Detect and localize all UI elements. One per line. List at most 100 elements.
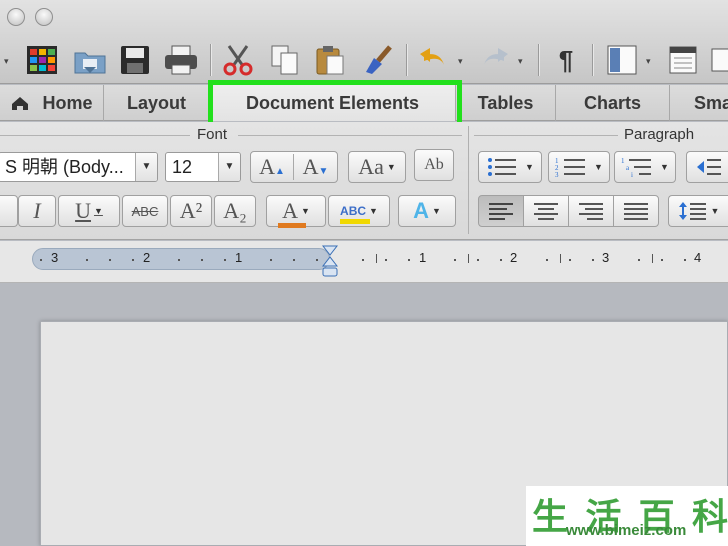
grow-shrink-font-group: A▲ A▼	[250, 151, 338, 183]
tab-home[interactable]: Home	[0, 85, 104, 121]
tab-home-label: Home	[42, 92, 93, 113]
numbering-dropdown-icon: ▼	[594, 162, 603, 172]
tab-highlight-box	[208, 80, 462, 128]
ruler-dot	[385, 259, 387, 261]
font-name-dropdown-icon[interactable]: ▼	[135, 153, 157, 181]
sidebar-icon[interactable]	[604, 44, 640, 76]
underline-button[interactable]: U ▼	[58, 195, 120, 227]
ruler-dot	[362, 259, 364, 261]
align-center-icon	[534, 203, 558, 220]
strikethrough-button[interactable]: ABC	[122, 195, 168, 227]
bold-button[interactable]	[0, 195, 18, 227]
font-size-dropdown-icon[interactable]: ▼	[218, 153, 240, 181]
ruler-dot	[408, 259, 410, 261]
line-spacing-dropdown-icon: ▼	[710, 206, 720, 216]
ruler-number: 2	[510, 250, 518, 265]
ruler-dot	[661, 259, 663, 261]
change-case-dropdown-icon: ▼	[386, 162, 396, 172]
ruler-number: 4	[694, 250, 702, 265]
bullets-icon	[488, 158, 517, 176]
shrink-font-button[interactable]: A▼	[294, 154, 337, 180]
font-name-field[interactable]: S 明朝 (Body... ▼	[0, 152, 158, 182]
ruler-dot	[270, 259, 272, 261]
ruler-dot	[86, 259, 88, 261]
ruler-dot	[500, 259, 502, 261]
toolbar-more-icon[interactable]	[708, 44, 728, 76]
redo-dropdown-icon[interactable]: ▾	[518, 56, 523, 67]
group-separator	[468, 126, 469, 234]
home-icon	[12, 97, 29, 110]
sidebar-dropdown-icon[interactable]: ▾	[646, 56, 651, 67]
ruler-dot	[293, 259, 295, 261]
decrease-indent-icon	[696, 159, 721, 175]
multilevel-list-button[interactable]: 1ai ▼	[614, 151, 676, 183]
ruler-number: 1	[235, 250, 243, 265]
change-case-label: Aa	[358, 154, 384, 179]
print-icon[interactable]	[162, 44, 200, 76]
tab-charts-label: Charts	[583, 92, 641, 113]
clear-formatting-label: Ab	[424, 156, 444, 173]
undo-icon[interactable]	[414, 44, 454, 76]
standard-toolbar: ▾ ▾ ▾ ¶ ▾	[0, 36, 728, 84]
line-spacing-button[interactable]: ▼	[668, 195, 728, 227]
view-icon[interactable]	[666, 44, 700, 76]
italic-button[interactable]: I	[18, 195, 56, 227]
tab-layout[interactable]: Layout	[104, 85, 210, 121]
paragraph-marks-icon[interactable]: ¶	[552, 44, 580, 76]
bullets-button[interactable]: ▼	[478, 151, 542, 183]
ruler-number: 3	[51, 250, 59, 265]
ruler-dot	[546, 259, 548, 261]
ruler-number: 2	[143, 250, 151, 265]
ruler-dot	[454, 259, 456, 261]
open-folder-icon[interactable]	[72, 44, 108, 76]
justify-button[interactable]	[613, 195, 659, 227]
format-painter-icon[interactable]	[360, 44, 398, 76]
ruler-number: 1	[419, 250, 427, 265]
gallery-icon[interactable]	[24, 44, 60, 76]
toolbar-overflow-icon[interactable]: ▾	[4, 56, 9, 67]
minimize-window-button[interactable]	[35, 8, 53, 26]
undo-dropdown-icon[interactable]: ▾	[458, 56, 463, 67]
svg-text:1: 1	[621, 157, 625, 165]
align-center-button[interactable]	[523, 195, 569, 227]
ruler-tick	[652, 254, 653, 263]
paste-icon[interactable]	[312, 44, 348, 76]
align-left-button[interactable]	[478, 195, 524, 227]
paragraph-group-title: Paragraph	[624, 126, 695, 143]
font-size-field[interactable]: 12 ▼	[165, 152, 241, 182]
align-right-button[interactable]	[568, 195, 614, 227]
indent-marker-icon[interactable]	[320, 244, 340, 278]
svg-text:i: i	[631, 171, 633, 178]
save-icon[interactable]	[118, 44, 152, 76]
watermark-url: www.bimeiz.com	[566, 522, 687, 539]
ruler-margin-area	[32, 248, 330, 270]
clear-formatting-button[interactable]: Ab	[414, 149, 454, 181]
text-effects-button[interactable]: A ▼	[398, 195, 456, 227]
tab-tables[interactable]: Tables	[456, 85, 556, 121]
ruler-dot	[592, 259, 594, 261]
ruler-dot	[109, 259, 111, 261]
align-right-icon	[579, 203, 603, 220]
ruler-number: 3	[602, 250, 610, 265]
close-window-button[interactable]	[7, 8, 25, 26]
highlight-button[interactable]: ABC ▼	[328, 195, 390, 227]
decrease-indent-button[interactable]	[686, 151, 728, 183]
superscript-button[interactable]: A²	[170, 195, 212, 227]
paragraph-group-line	[474, 135, 618, 136]
cut-icon[interactable]	[220, 44, 256, 76]
bullets-dropdown-icon: ▼	[525, 162, 534, 172]
copy-icon[interactable]	[268, 44, 302, 76]
font-color-button[interactable]: A ▼	[266, 195, 326, 228]
font-name-value: S 明朝 (Body...	[5, 157, 124, 177]
ruler-dot	[132, 259, 134, 261]
subscript-button[interactable]: A₂	[214, 195, 256, 227]
font-group-title: Font	[197, 126, 228, 143]
ruler-dot	[316, 259, 318, 261]
numbering-button[interactable]: 123 ▼	[548, 151, 610, 183]
tab-layout-label: Layout	[126, 92, 186, 113]
change-case-button[interactable]: Aa ▼	[348, 151, 406, 183]
tab-smartart-label: Sma	[694, 92, 728, 113]
tab-charts[interactable]: Charts	[556, 85, 670, 121]
grow-font-button[interactable]: A▲	[251, 154, 295, 180]
tab-smartart[interactable]: Sma	[670, 85, 728, 121]
